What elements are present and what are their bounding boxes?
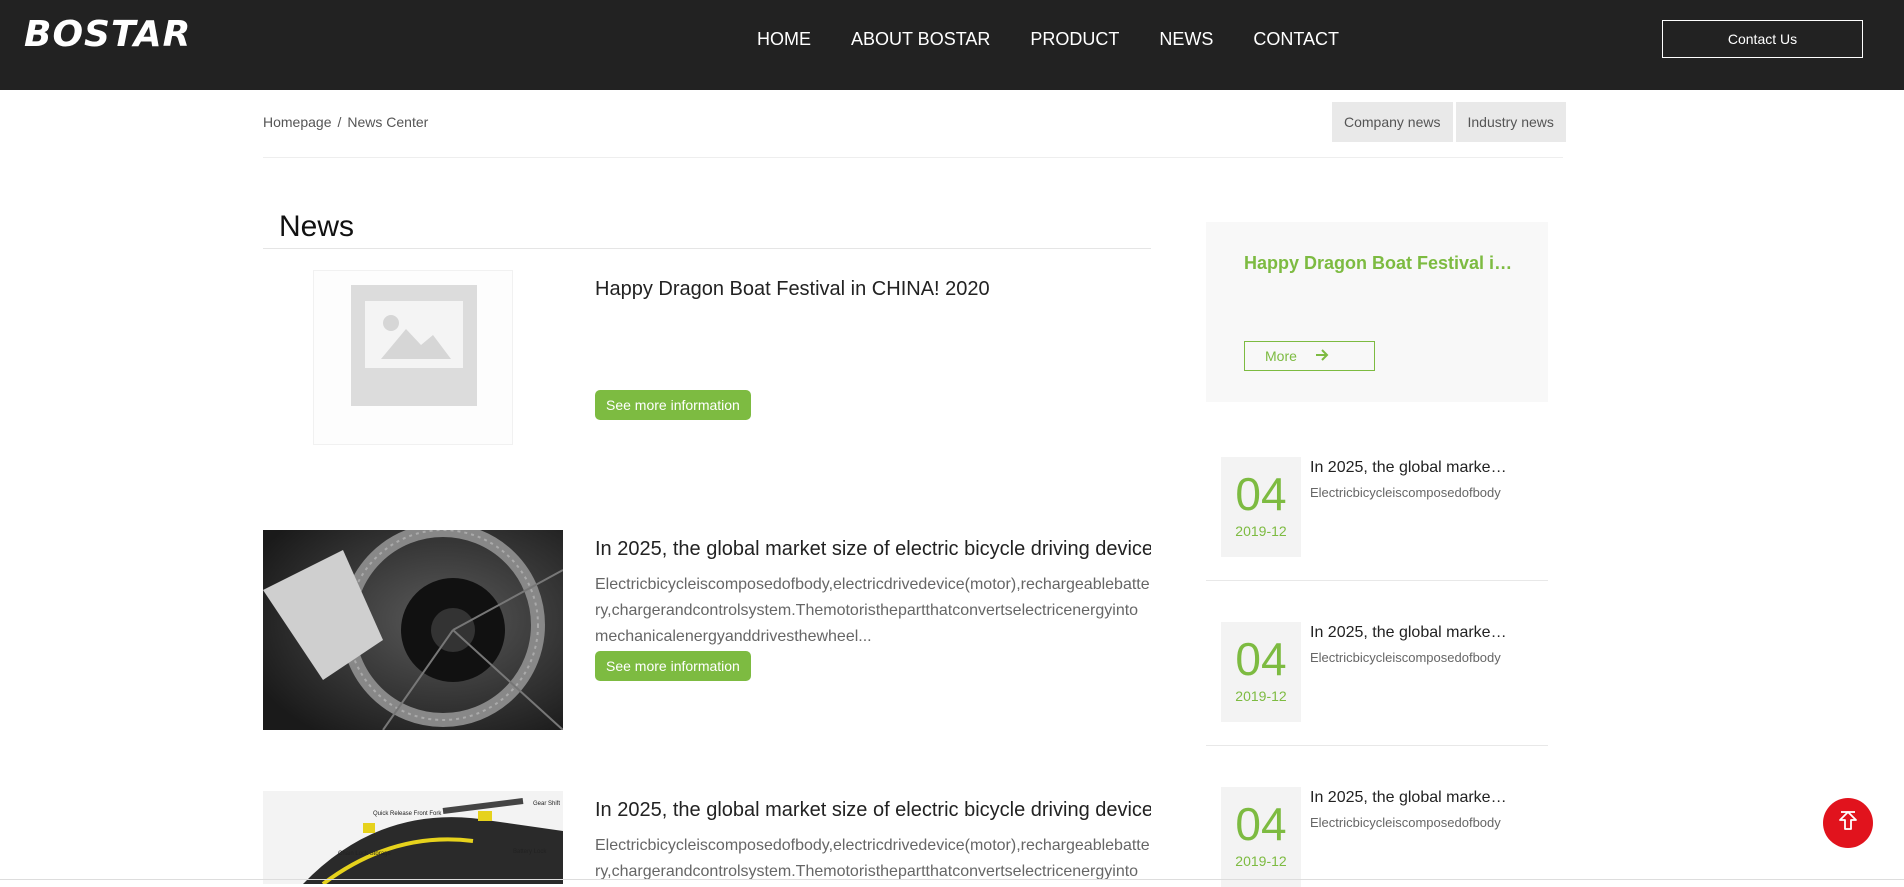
page-title: News [279,210,355,243]
date-year-month: 2019-12 [1235,688,1287,704]
contact-us-button[interactable]: Contact Us [1662,20,1863,58]
date-day: 04 [1235,798,1287,850]
date-badge: 04 2019-12 [1221,622,1301,722]
news-item: Quick Release Front Fork Gear Shift Chai… [263,791,1151,884]
svg-text:Quick Release Front Fork: Quick Release Front Fork [373,811,442,817]
breadcrumb: Homepage / News Center [263,114,428,130]
breadcrumb-separator: / [337,114,342,130]
news-item: In 2025, the global market size of elect… [263,530,1151,730]
arrow-up-icon [1836,809,1860,838]
svg-text:Chain Lock Storage: Chain Lock Storage [338,851,391,857]
news-title-link[interactable]: In 2025, the global market size of elect… [595,799,1151,822]
divider [1206,745,1548,746]
sidebar-news-title[interactable]: In 2025, the global market size of elect… [1310,789,1510,807]
see-more-button[interactable]: See more information [595,390,751,420]
breadcrumb-current: News Center [347,114,429,130]
top-navigation-bar: BOSTAR HOME ABOUT BOSTAR PRODUCT NEWS CO… [0,0,1904,90]
date-day: 04 [1235,633,1287,685]
date-year-month: 2019-12 [1235,853,1287,869]
nav-product[interactable]: PRODUCT [1030,29,1119,50]
sidebar-news-title[interactable]: In 2025, the global market size of elect… [1310,624,1510,642]
sidebar-news-item[interactable]: 04 2019-12 In 2025, the global market si… [1206,457,1548,622]
news-item: Happy Dragon Boat Festival in CHINA! 202… [263,270,1151,450]
news-category-tabs: Company news Industry news [1332,102,1566,142]
bostar-logo[interactable]: BOSTAR [24,14,191,55]
news-thumbnail[interactable] [263,530,563,730]
main-nav: HOME ABOUT BOSTAR PRODUCT NEWS CONTACT [757,29,1379,50]
date-badge: 04 2019-12 [1221,787,1301,887]
back-to-top-button[interactable] [1823,798,1873,848]
date-badge: 04 2019-12 [1221,457,1301,557]
tab-industry-news[interactable]: Industry news [1455,102,1566,142]
sidebar-news-item[interactable]: 04 2019-12 In 2025, the global market si… [1206,787,1548,887]
page-bottom-border [0,879,1904,880]
svg-text:Battery Lock: Battery Lock [513,849,547,855]
image-placeholder-icon [351,285,477,406]
news-excerpt: Electricbicycleiscomposedofbody,electric… [595,837,1150,880]
news-thumbnail[interactable]: Quick Release Front Fork Gear Shift Chai… [263,791,563,884]
breadcrumb-home-link[interactable]: Homepage [263,114,332,130]
svg-text:Gear Shift: Gear Shift [533,801,560,807]
date-day: 04 [1235,468,1287,520]
more-label: More [1265,348,1297,364]
nav-news[interactable]: NEWS [1159,29,1213,50]
nav-contact[interactable]: CONTACT [1253,29,1339,50]
nav-about[interactable]: ABOUT BOSTAR [851,29,990,50]
featured-news-title[interactable]: Happy Dragon Boat Festival in CHINA! 202… [1244,253,1514,274]
divider [263,248,1151,249]
see-more-button[interactable]: See more information [595,651,751,681]
divider [263,157,1563,158]
sidebar-news-excerpt: Electricbicycleiscomposedofbody [1310,650,1501,665]
news-title-link[interactable]: In 2025, the global market size of elect… [595,538,1151,561]
tab-company-news[interactable]: Company news [1332,102,1453,142]
news-excerpt: Electricbicycleiscomposedofbody,electric… [595,576,1150,645]
image-placeholder[interactable] [313,270,513,445]
news-title-link[interactable]: Happy Dragon Boat Festival in CHINA! 202… [595,278,1151,301]
sidebar-news-item[interactable]: 04 2019-12 In 2025, the global market si… [1206,622,1548,787]
more-button[interactable]: More [1244,341,1375,371]
sidebar-news-excerpt: Electricbicycleiscomposedofbody [1310,815,1501,830]
nav-home[interactable]: HOME [757,29,811,50]
sidebar-news-excerpt: Electricbicycleiscomposedofbody [1310,485,1501,500]
divider [1206,580,1548,581]
date-year-month: 2019-12 [1235,523,1287,539]
arrow-right-icon [1315,348,1329,364]
sidebar-news-title[interactable]: In 2025, the global market size of elect… [1310,459,1510,477]
featured-news-card: Happy Dragon Boat Festival in CHINA! 202… [1206,222,1548,402]
